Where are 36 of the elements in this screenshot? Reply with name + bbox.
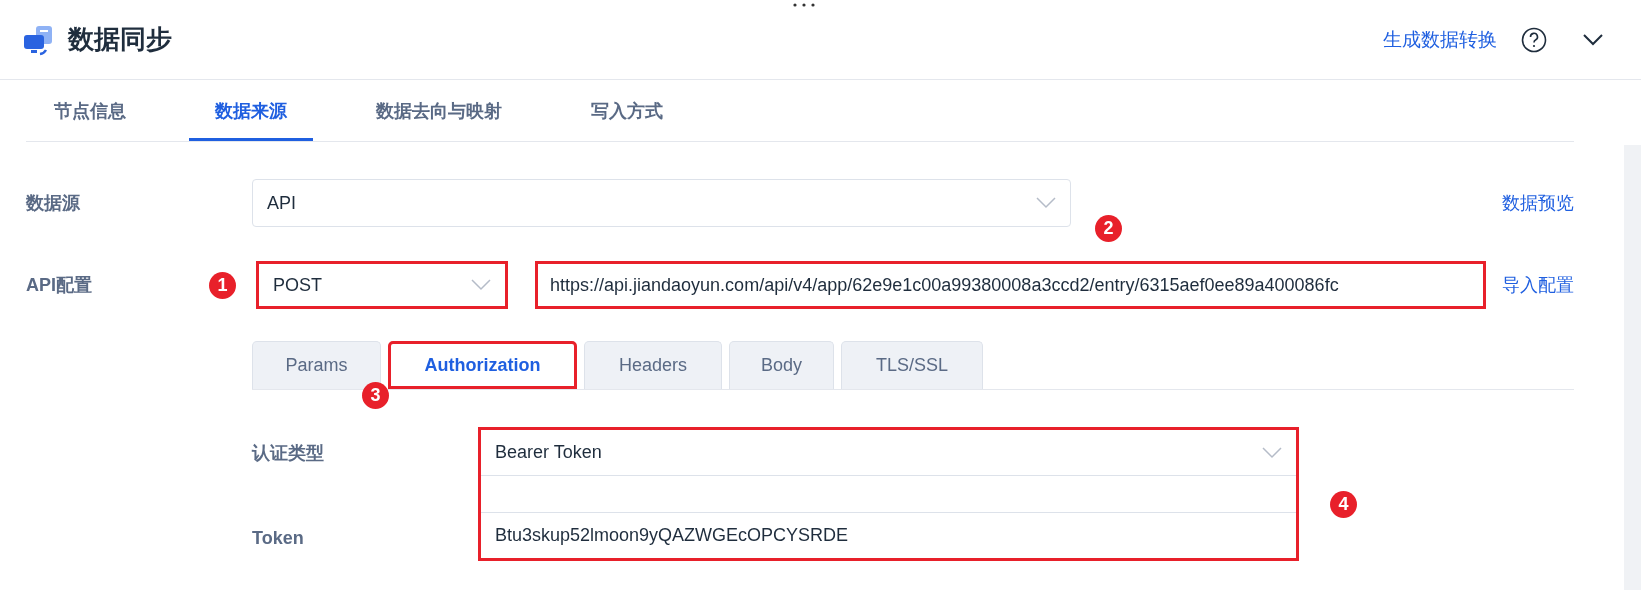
- field-value: https://api.jiandaoyun.com/api/v4/app/62e9e1c00a99380008a3ccd2/entry/6315aef0ee89a400086fc: [550, 274, 1340, 296]
- field-label: 认证类型: [252, 442, 324, 465]
- import-config-link[interactable]: 导入配置: [1502, 273, 1574, 297]
- chevron-down-icon: [1036, 197, 1056, 209]
- data-preview-link[interactable]: 数据预览: [1502, 191, 1574, 215]
- sub-tab[interactable]: Body: [729, 341, 834, 389]
- sub-tab[interactable]: Headers: [584, 341, 722, 389]
- tab[interactable]: 数据去向与映射: [350, 80, 528, 141]
- sub-tab[interactable]: Params: [252, 341, 381, 389]
- datasource-select[interactable]: API: [252, 179, 1071, 227]
- chevron-down-icon: [1262, 446, 1282, 459]
- chevron-down-icon[interactable]: [1583, 33, 1603, 46]
- annotation-badge: 4: [1330, 491, 1357, 518]
- sub-tab[interactable]: TLS/SSL: [841, 341, 983, 389]
- sub-tab[interactable]: Authorization: [388, 341, 577, 389]
- field-value: Btu3skup52lmoon9yQAZWGEcOPCYSRDE: [495, 525, 850, 546]
- field-label: API配置: [26, 275, 92, 295]
- annotation-badge: 1: [209, 272, 236, 299]
- generate-conversion-link[interactable]: 生成数据转换: [1383, 26, 1497, 53]
- annotation-badge: 3: [362, 382, 389, 409]
- field-value: Bearer Token: [495, 442, 603, 463]
- url-field[interactable]: https://api.jiandaoyun.com/api/v4/app/62e9e1c00a99380008a3ccd2/entry/6315aef0ee89a400086fc: [535, 261, 1486, 309]
- sync-logo-icon: [22, 23, 54, 56]
- field-value: POST: [273, 274, 323, 296]
- chevron-down-icon: [471, 279, 491, 291]
- tab[interactable]: 数据来源: [189, 80, 313, 141]
- tab[interactable]: 节点信息: [28, 80, 152, 141]
- help-icon[interactable]: [1521, 26, 1547, 53]
- page-title: 数据同步: [68, 23, 172, 56]
- field-label: Token: [252, 528, 304, 549]
- field-value: API: [267, 192, 297, 214]
- field-label: 数据源: [26, 193, 80, 213]
- method-select[interactable]: POST: [256, 261, 508, 309]
- annotation-badge: 2: [1095, 215, 1122, 242]
- drag-handle-icon[interactable]: [792, 2, 816, 8]
- tab[interactable]: 写入方式: [565, 80, 689, 141]
